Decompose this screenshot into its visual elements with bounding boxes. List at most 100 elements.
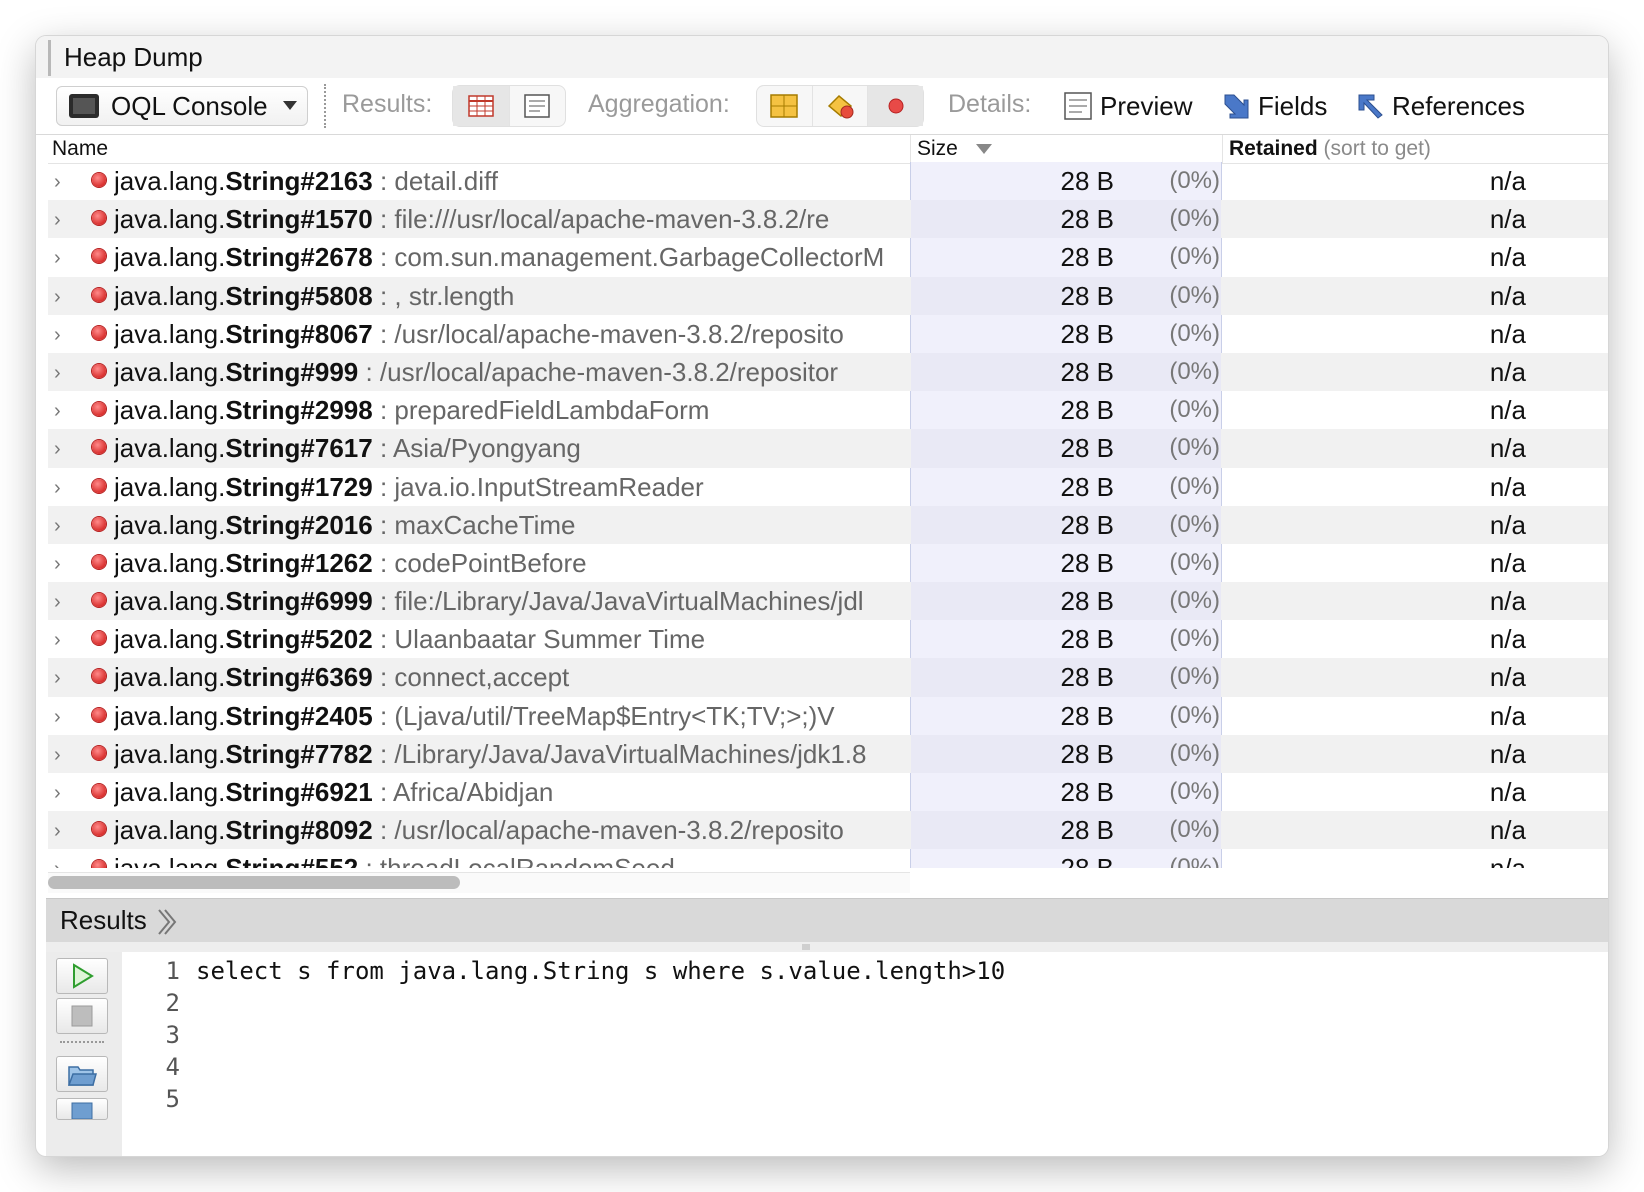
table-row[interactable]: › java.lang.String#2163 : detail.diff 28 B… bbox=[48, 162, 1608, 201]
html-view-button[interactable] bbox=[510, 86, 566, 126]
instance-id: String#7617 bbox=[225, 433, 373, 464]
code-line[interactable]: select s from java.lang.String s where s… bbox=[196, 957, 1005, 985]
window-title: Heap Dump bbox=[64, 42, 203, 72]
expand-chevron-icon[interactable]: › bbox=[54, 667, 61, 690]
fields-button[interactable]: Fields bbox=[1222, 85, 1327, 127]
expand-chevron-icon[interactable]: › bbox=[54, 591, 61, 614]
column-header-name[interactable]: Name bbox=[52, 135, 108, 163]
instance-value: : file:///usr/local/apache-maven-3.8.2/r… bbox=[372, 204, 830, 235]
expand-chevron-icon[interactable]: › bbox=[54, 515, 61, 538]
table-view-button[interactable] bbox=[453, 86, 510, 126]
horizontal-scrollbar[interactable] bbox=[48, 872, 910, 893]
instance-package: java.lang. bbox=[114, 166, 226, 196]
instance-name-cell: java.lang.String#6999 : file:/Library/Ja… bbox=[114, 584, 910, 618]
size-percent-cell: (0%) bbox=[1169, 319, 1220, 347]
expand-chevron-icon[interactable]: › bbox=[54, 438, 61, 461]
instance-icon bbox=[92, 173, 106, 187]
table-row[interactable]: › java.lang.String#6921 : Africa/Abidjan 2… bbox=[48, 773, 1608, 812]
instance-id: String#6999 bbox=[225, 586, 373, 617]
instance-icon bbox=[888, 98, 904, 114]
table-row[interactable]: › java.lang.String#1729 : java.io.InputSt… bbox=[48, 467, 1608, 506]
instance-id: String#2163 bbox=[225, 166, 373, 196]
instance-icon bbox=[92, 822, 106, 837]
instance-id: String#6921 bbox=[225, 777, 373, 807]
expand-chevron-icon[interactable]: › bbox=[54, 362, 61, 385]
size-percent-cell: (0%) bbox=[1169, 587, 1220, 615]
oql-query-editor[interactable]: select s from java.lang.String s where s… bbox=[196, 952, 1608, 1156]
aggregate-classes-button[interactable] bbox=[757, 86, 813, 126]
retained-cell: n/a bbox=[1489, 815, 1526, 846]
splitter-grip[interactable] bbox=[802, 944, 810, 950]
table-row[interactable]: › java.lang.String#6999 : file:/Library/J… bbox=[48, 582, 1608, 621]
expand-chevron-icon[interactable]: › bbox=[54, 247, 61, 270]
table-row[interactable]: › java.lang.String#5202 : Ulaanbaatar Sum… bbox=[48, 620, 1608, 659]
table-row[interactable]: › java.lang.String#8092 : /usr/local/apac… bbox=[48, 811, 1608, 850]
expand-chevron-icon[interactable]: › bbox=[54, 553, 61, 576]
instance-class: java.lang.String#1729 bbox=[114, 472, 373, 502]
results-view-group bbox=[452, 85, 566, 127]
double-chevron-right-icon[interactable] bbox=[156, 907, 178, 937]
aggregate-packages-button[interactable] bbox=[813, 86, 869, 126]
expand-chevron-icon[interactable]: › bbox=[54, 629, 61, 652]
results-panel-header[interactable]: Results bbox=[46, 898, 1608, 943]
instance-id: String#2678 bbox=[225, 242, 373, 273]
table-row[interactable]: › java.lang.String#5808 : , str.length 28 … bbox=[48, 276, 1608, 315]
size-cell: 28 B bbox=[1060, 318, 1115, 349]
expand-chevron-icon[interactable]: › bbox=[54, 744, 61, 767]
expand-chevron-icon[interactable]: › bbox=[54, 171, 61, 194]
instance-name-cell: java.lang.String#999 : /usr/local/apache… bbox=[114, 355, 910, 389]
instance-name-cell: java.lang.String#7782 : /Library/Java/Ja… bbox=[114, 737, 910, 771]
expand-chevron-icon[interactable]: › bbox=[54, 858, 61, 868]
line-number: 1 bbox=[165, 957, 180, 985]
instance-id: String#7782 bbox=[225, 738, 373, 769]
expand-chevron-icon[interactable]: › bbox=[54, 400, 61, 423]
retained-cell: n/a bbox=[1489, 624, 1526, 655]
table-row[interactable]: › java.lang.String#2405 : (Ljava/util/Tre… bbox=[48, 696, 1608, 735]
size-cell: 28 B bbox=[1060, 433, 1115, 464]
view-select-dropdown[interactable]: OQL Console bbox=[56, 86, 308, 126]
references-button[interactable]: References bbox=[1356, 85, 1525, 127]
run-query-button[interactable] bbox=[56, 958, 108, 994]
expand-chevron-icon[interactable]: › bbox=[54, 286, 61, 309]
instance-class: java.lang.String#7782 bbox=[114, 739, 373, 769]
aggregate-instances-button[interactable] bbox=[868, 86, 924, 126]
instance-name-cell: java.lang.String#6369 : connect,accept bbox=[114, 660, 910, 694]
table-row[interactable]: › java.lang.String#6369 : connect,accept 2… bbox=[48, 658, 1608, 697]
expand-chevron-icon[interactable]: › bbox=[54, 209, 61, 232]
save-query-button[interactable] bbox=[56, 1098, 108, 1120]
expand-chevron-icon[interactable]: › bbox=[54, 324, 61, 347]
retained-label: Retained bbox=[1229, 137, 1318, 160]
size-percent-cell: (0%) bbox=[1169, 548, 1220, 576]
stop-query-button[interactable] bbox=[56, 998, 108, 1034]
table-row[interactable]: › java.lang.String#2678 : com.sun.managem… bbox=[48, 238, 1608, 277]
size-cell: 28 B bbox=[1060, 815, 1115, 846]
instance-class: java.lang.String#2405 bbox=[114, 701, 373, 731]
preview-button[interactable]: Preview bbox=[1064, 85, 1192, 127]
expand-chevron-icon[interactable]: › bbox=[54, 477, 61, 500]
table-row[interactable]: › java.lang.String#7782 : /Library/Java/J… bbox=[48, 734, 1608, 773]
table-row[interactable]: › java.lang.String#2016 : maxCacheTime 28 … bbox=[48, 505, 1608, 544]
expand-chevron-icon[interactable]: › bbox=[54, 782, 61, 805]
column-header-retained[interactable]: Retained (sort to get) bbox=[1229, 135, 1431, 163]
size-percent-cell: (0%) bbox=[1169, 739, 1220, 767]
table-row[interactable]: › java.lang.String#8067 : /usr/local/apac… bbox=[48, 314, 1608, 353]
size-percent-cell: (0%) bbox=[1169, 663, 1220, 691]
table-row[interactable]: › java.lang.String#552 : threadLocalRando… bbox=[48, 849, 1608, 868]
expand-chevron-icon[interactable]: › bbox=[54, 706, 61, 729]
table-row[interactable]: › java.lang.String#999 : /usr/local/apach… bbox=[48, 352, 1608, 392]
retained-cell: n/a bbox=[1489, 586, 1526, 617]
instance-id: String#552 bbox=[225, 853, 358, 868]
scrollbar-thumb[interactable] bbox=[48, 876, 460, 889]
table-row[interactable]: › java.lang.String#2998 : preparedFieldLa… bbox=[48, 391, 1608, 430]
table-row[interactable]: › java.lang.String#1262 : codePointBefore… bbox=[48, 543, 1608, 583]
instance-value: : /usr/local/apache-maven-3.8.2/reposito bbox=[372, 815, 844, 846]
open-query-button[interactable] bbox=[56, 1056, 108, 1092]
table-row[interactable]: › java.lang.String#7617 : Asia/Pyongyang 2… bbox=[48, 429, 1608, 468]
expand-chevron-icon[interactable]: › bbox=[54, 820, 61, 843]
column-header-size[interactable]: Size bbox=[917, 135, 958, 163]
instance-value: : preparedFieldLambdaForm bbox=[372, 395, 710, 426]
table-row[interactable]: › java.lang.String#1570 : file:///usr/loc… bbox=[48, 200, 1608, 239]
instance-class: java.lang.String#2163 bbox=[114, 166, 373, 196]
retained-cell: n/a bbox=[1489, 547, 1526, 578]
chevron-down-icon bbox=[283, 101, 297, 110]
